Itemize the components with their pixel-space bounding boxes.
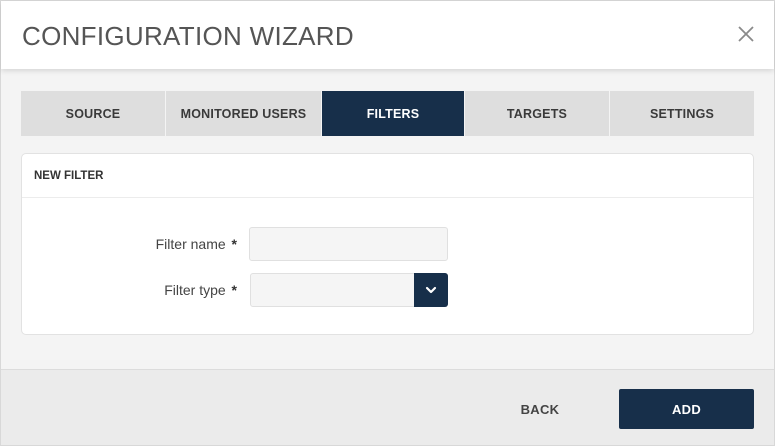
- tab-settings[interactable]: SETTINGS: [610, 91, 754, 136]
- filter-name-label: Filter name *: [156, 236, 237, 252]
- filter-name-label-text: Filter name: [155, 236, 226, 252]
- dialog-header: CONFIGURATION WIZARD: [1, 1, 774, 69]
- filter-type-row: Filter type *: [22, 273, 755, 307]
- configuration-wizard-dialog: CONFIGURATION WIZARD SOURCE MONITORED US…: [0, 0, 775, 446]
- tab-filters[interactable]: FILTERS: [322, 91, 465, 136]
- panel-heading: NEW FILTER: [22, 154, 753, 198]
- filter-type-dropdown-button[interactable]: [414, 273, 448, 307]
- filter-name-row: Filter name *: [22, 227, 755, 261]
- new-filter-panel: NEW FILTER Filter name * Filter type *: [21, 153, 754, 335]
- required-mark: *: [231, 236, 237, 252]
- wizard-tabs: SOURCE MONITORED USERS FILTERS TARGETS S…: [21, 91, 754, 136]
- filter-type-select[interactable]: [250, 273, 448, 307]
- wizard-body: SOURCE MONITORED USERS FILTERS TARGETS S…: [1, 69, 774, 369]
- back-button[interactable]: BACK: [491, 389, 589, 429]
- filter-type-label-text: Filter type: [164, 282, 226, 298]
- close-button[interactable]: [735, 23, 757, 45]
- tab-targets[interactable]: TARGETS: [465, 91, 610, 136]
- dialog-title: CONFIGURATION WIZARD: [22, 21, 354, 51]
- close-icon: [738, 26, 754, 42]
- filter-type-label: Filter type *: [164, 282, 237, 298]
- chevron-down-icon: [425, 286, 437, 294]
- tab-source[interactable]: SOURCE: [21, 91, 166, 136]
- dialog-footer: BACK ADD: [1, 369, 774, 445]
- tab-monitored-users[interactable]: MONITORED USERS: [166, 91, 322, 136]
- required-mark: *: [231, 282, 237, 298]
- add-button[interactable]: ADD: [619, 389, 754, 429]
- filter-name-input[interactable]: [249, 227, 448, 261]
